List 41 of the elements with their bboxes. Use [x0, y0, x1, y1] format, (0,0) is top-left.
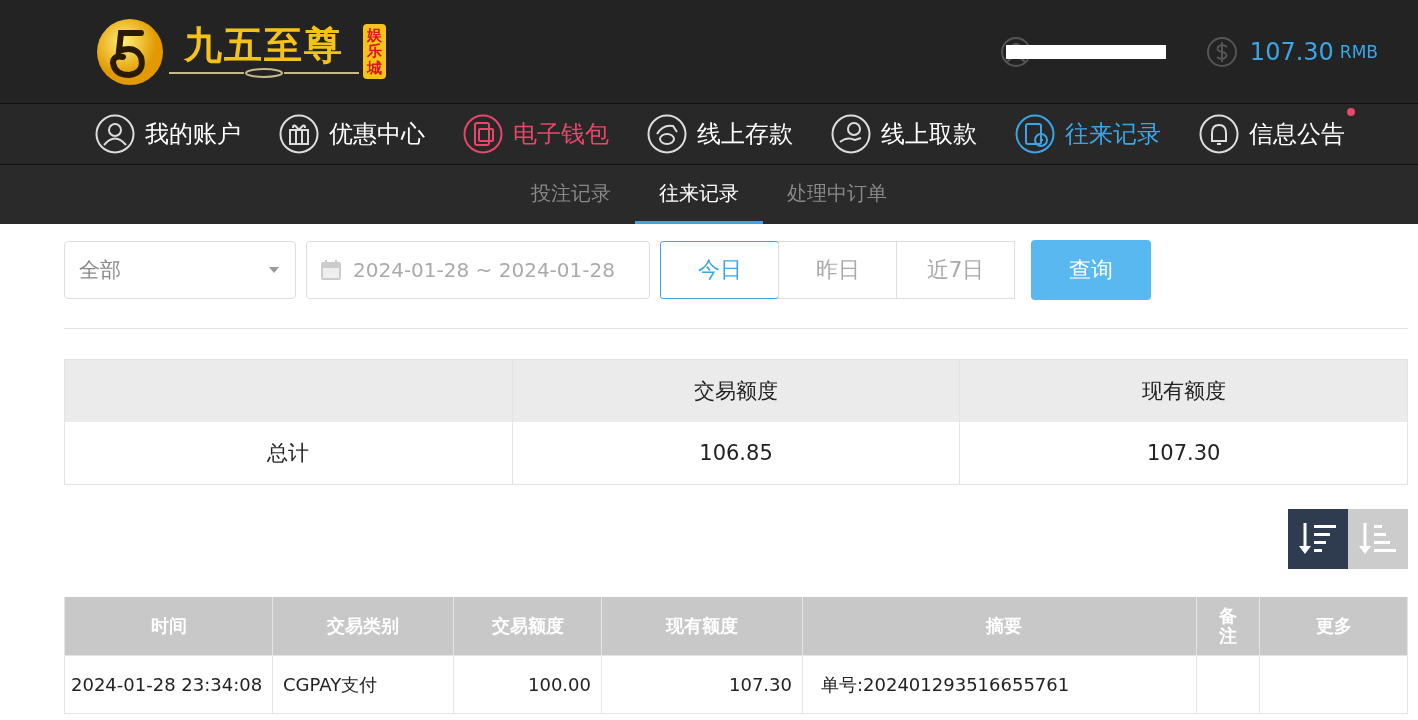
table-cell-text: 总计 [266, 440, 311, 467]
sort-button[interactable] [1288, 509, 1348, 569]
logo-badge: 娱乐城 [363, 23, 386, 80]
table-cell: 单号:202401293516655761 [802, 656, 1196, 713]
date-preset-button[interactable]: 昨日 [778, 241, 897, 299]
dollar-icon [1205, 35, 1238, 68]
clipboard-clock-icon [1015, 114, 1055, 154]
calendar-icon [319, 258, 343, 282]
bell-icon [1199, 114, 1239, 154]
nav-item[interactable]: 线上存款 [647, 114, 793, 154]
table-cell: CGPAY支付 [272, 656, 453, 713]
logo-text: 九五至尊 [184, 25, 344, 64]
nav-item[interactable]: 信息公告 [1199, 114, 1345, 154]
table-cell: 107.30 [959, 422, 1407, 484]
date-range-field[interactable]: 2024-01-28 ~ 2024-01-28 [306, 241, 650, 299]
nav-item[interactable]: 优惠中心 [279, 114, 425, 154]
gift-icon [279, 114, 319, 154]
balance-amount: 107.30 [1249, 37, 1334, 66]
type-dropdown[interactable]: 全部 [64, 241, 296, 299]
date-preset-button[interactable]: 近7日 [896, 241, 1015, 299]
column-header: 交易额度 [511, 360, 960, 422]
date-preset-button[interactable]: 今日 [660, 241, 779, 299]
nav-item[interactable]: 往来记录 [1015, 114, 1161, 154]
table-cell: 100.00 [453, 656, 601, 713]
nav-item[interactable]: 电子钱包 [463, 114, 609, 154]
table-cell: 106.85 [511, 422, 960, 484]
query-button[interactable]: 查询 [1031, 240, 1151, 300]
column-header: 现有额度 [959, 360, 1407, 422]
tab[interactable]: 处理中订单 [763, 165, 911, 224]
phone-wallet-icon [463, 114, 503, 154]
currency-label: RMB [1339, 41, 1378, 62]
tab[interactable]: 往来记录 [635, 165, 763, 224]
table-cell: 107.30 [601, 656, 802, 713]
nav-item[interactable]: 线上取款 [831, 114, 977, 154]
logo-icon [95, 16, 165, 87]
ornament-icon [169, 67, 359, 78]
nav-item[interactable]: 我的账户 [95, 114, 241, 154]
caret-icon [269, 267, 279, 273]
table-cell: 2024-01-28 23:34:08 [64, 656, 272, 713]
tab[interactable]: 投注记录 [507, 165, 635, 224]
user-icon [95, 114, 135, 154]
